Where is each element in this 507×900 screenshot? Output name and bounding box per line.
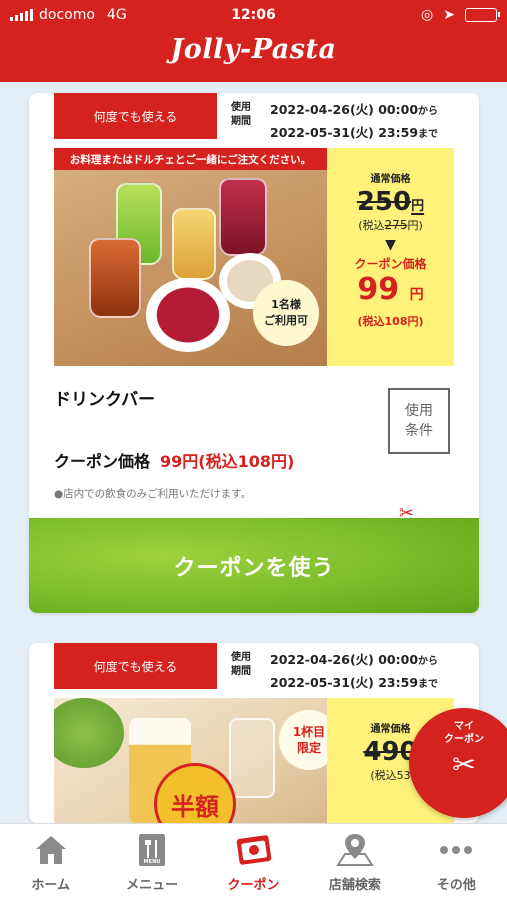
coupon-card: 何度でも使える 使用期間 2022-04-26(火) 00:00から 2022-…: [29, 93, 479, 613]
menu-book-icon: MENU: [136, 832, 168, 868]
brand-logo: Jolly-Pasta: [170, 34, 337, 65]
coupon-price-line: クーポン価格 99円(税込108円): [54, 448, 294, 472]
coupon-price-label: クーポン価格: [354, 257, 427, 271]
coupon-scissors-icon: ✂: [452, 748, 476, 781]
down-arrow-icon: ▼: [385, 237, 396, 253]
coupon-price-yen: 円: [409, 287, 424, 303]
coupon-price-line-value: 99円(税込108円): [160, 452, 295, 471]
map-pin-icon: [335, 832, 375, 868]
status-bar: docomo 4G 12:06 ◎ ➤: [0, 0, 507, 30]
validity-period: 2022-04-26(火) 00:00から 2022-05-31(火) 23:5…: [270, 99, 438, 145]
iced-tea-glass: [89, 238, 141, 318]
period-label: 使用期間: [231, 652, 251, 677]
coupon-tax-price: (税込108円): [357, 315, 424, 328]
red-juice-glass: [219, 178, 267, 256]
svg-text:MENU: MENU: [144, 859, 161, 865]
status-right: ◎ ➤: [421, 7, 500, 23]
nav-label-home: ホーム: [31, 878, 71, 893]
tea-cup: [146, 278, 230, 352]
period-label: 使用期間: [231, 102, 251, 127]
reusable-tag: 何度でも使える: [54, 93, 217, 139]
regular-tax-value: 275: [384, 218, 408, 232]
order-notice-banner: お料理またはドルチェとご一緒にご注文ください。: [54, 148, 327, 170]
tax-prefix: (税込: [358, 219, 385, 232]
conditions-button[interactable]: 使用条件: [388, 388, 450, 454]
regular-price-yen: 円: [411, 199, 425, 214]
period-end: 2022-05-31(火) 23:59: [270, 125, 419, 140]
my-coupon-line2: クーポン: [444, 734, 484, 745]
nav-label-menu: メニュー: [126, 878, 179, 893]
coupon-price-line-label: クーポン価格: [54, 452, 151, 471]
badge-line1: 1杯目: [292, 725, 326, 739]
app-header: docomo 4G 12:06 ◎ ➤ Jolly-Pasta: [0, 0, 507, 82]
drink-bar-photo: お料理またはドルチェとご一緒にご注文ください。 1名様 ご利用可: [54, 148, 327, 366]
reusable-tag: 何度でも使える: [54, 643, 217, 689]
period-start-suffix: から: [418, 106, 439, 117]
usage-note: ●店内での飲食のみご利用いただけます。: [54, 488, 252, 500]
nav-item-menu[interactable]: MENU メニュー: [101, 824, 202, 900]
period-start: 2022-04-26(火) 00:00: [270, 652, 419, 667]
regular-price: 250円: [327, 187, 454, 217]
location-icon: ➤: [443, 7, 455, 23]
regular-price-value: 250: [356, 187, 412, 217]
nav-label-coupon: クーポン: [227, 878, 280, 893]
nav-item-other[interactable]: その他: [406, 824, 507, 900]
my-coupon-label: マイ クーポン: [409, 720, 507, 746]
empty-glass: [229, 718, 275, 798]
regular-price-label: 通常価格: [370, 174, 411, 185]
nav-label-other: その他: [436, 878, 476, 893]
period-end-suffix: まで: [418, 129, 439, 140]
salad-plate: [54, 698, 124, 768]
one-person-badge: 1名様 ご利用可: [253, 280, 319, 346]
ginger-ale-glass: [172, 208, 216, 280]
validity-period: 2022-04-26(火) 00:00から 2022-05-31(火) 23:5…: [270, 649, 438, 695]
beer-salad-photo: 1杯目 限定 半額: [54, 698, 327, 823]
rotation-lock-icon: ◎: [421, 7, 434, 23]
badge-line2: ご利用可: [264, 314, 308, 327]
nav-item-home[interactable]: ホーム: [0, 824, 101, 900]
price-panel: 通常価格 250円 (税込275円) ▼ クーポン価格 99 円 (税込108円…: [327, 148, 454, 366]
nav-item-coupon[interactable]: クーポン: [203, 824, 304, 900]
period-end: 2022-05-31(火) 23:59: [270, 675, 419, 690]
period-end-suffix: まで: [418, 679, 439, 690]
nav-label-store-search: 店舗検索: [328, 878, 381, 893]
badge-line1: 1名様: [271, 298, 301, 311]
use-coupon-button[interactable]: クーポンを使う: [29, 518, 479, 613]
home-icon: [33, 832, 69, 868]
coupon-price-value: 99: [357, 272, 400, 307]
first-glass-badge: 1杯目 限定: [279, 710, 327, 770]
item-name: ドリンクバー: [54, 390, 156, 410]
conditions-label: 使用条件: [405, 403, 433, 439]
coupon-price: 99 円: [327, 272, 454, 313]
period-start: 2022-04-26(火) 00:00: [270, 102, 419, 117]
tax-suffix: 円): [407, 219, 423, 232]
battery-icon: [465, 8, 500, 22]
coupon-ticket-icon: [234, 832, 274, 868]
regular-tax-price: (税込275円): [327, 217, 454, 233]
my-coupon-line1: マイ: [454, 721, 474, 732]
bottom-nav: ホーム MENU メニュー クーポン 店舗検索 その他: [0, 823, 507, 900]
badge-line2: 限定: [296, 741, 321, 755]
period-start-suffix: から: [418, 656, 439, 667]
more-dots-icon: [438, 832, 474, 868]
nav-item-store-search[interactable]: 店舗検索: [304, 824, 405, 900]
